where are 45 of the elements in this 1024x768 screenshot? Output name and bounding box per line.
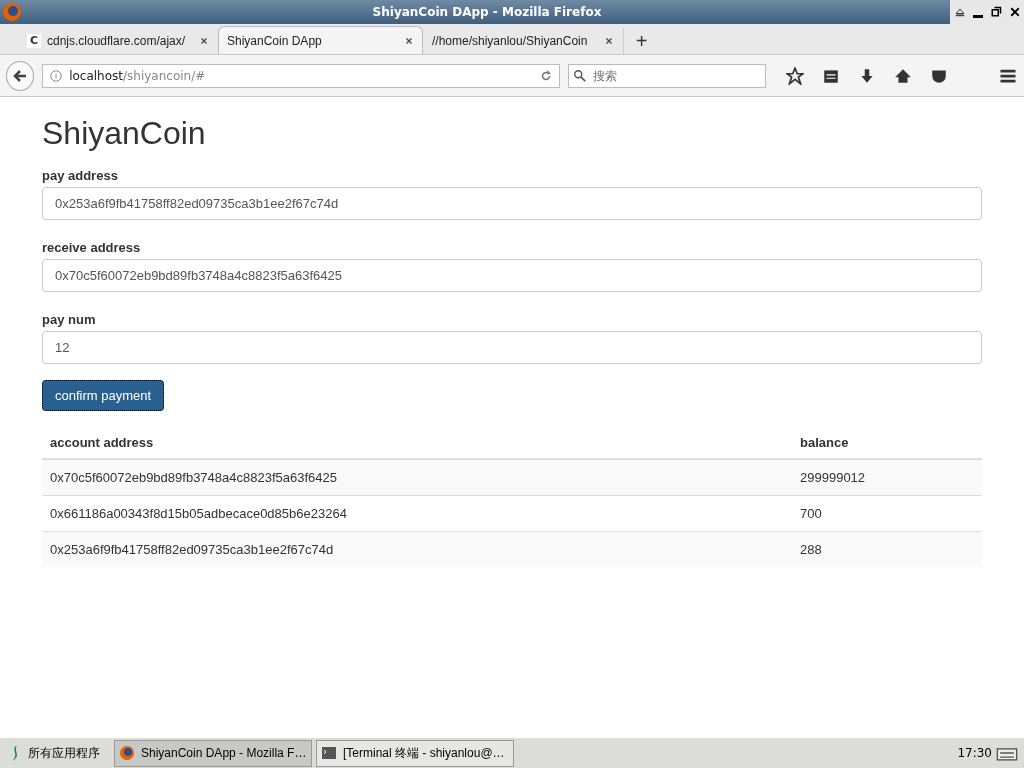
input-field[interactable]: 12 bbox=[42, 331, 982, 364]
search-field[interactable]: 搜索 bbox=[568, 63, 766, 88]
back-button[interactable] bbox=[6, 60, 35, 91]
table-cell: 288 bbox=[792, 531, 982, 567]
table-cell: 299999012 bbox=[792, 459, 982, 496]
close-icon bbox=[404, 35, 414, 46]
arrow-left-icon bbox=[12, 67, 29, 84]
table-cell: 0x661186a00343f8d15b05adbecace0d85b6e23264 bbox=[42, 495, 792, 532]
tab-title: cdnjs.cloudflare.com/ajax/ bbox=[47, 33, 187, 48]
terminal-icon bbox=[321, 745, 337, 761]
url-text: localhost/shiyancoin/# bbox=[69, 68, 207, 83]
browser-tab[interactable]: //home/shiyanlou/ShiyanCoin bbox=[423, 26, 623, 54]
table-cell: 0x253a6f9fb41758ff82ed09735ca3b1ee2f67c74d bbox=[42, 531, 792, 567]
window-title: ShiyanCoin DApp - Mozilla Firefox bbox=[371, 5, 603, 19]
tab-title: ShiyanCoin DApp bbox=[227, 33, 323, 48]
firefox-icon bbox=[119, 745, 135, 761]
close-icon bbox=[604, 35, 614, 46]
input-field[interactable]: 0x253a6f9fb41758ff82ed09735ca3b1ee2f67c74d bbox=[42, 187, 982, 220]
field-label: receive address bbox=[42, 240, 142, 255]
close-icon bbox=[199, 35, 209, 46]
table-cell: 700 bbox=[792, 495, 982, 532]
favicon: C bbox=[27, 33, 41, 48]
reload-icon bbox=[539, 68, 553, 83]
start-menu-button[interactable]: 所有应用程序 bbox=[0, 739, 110, 767]
browser-tab[interactable]: ShiyanCoin DApp bbox=[218, 26, 423, 54]
confirm-button[interactable]: confirm payment bbox=[42, 380, 165, 411]
minimize-icon bbox=[972, 14, 983, 18]
new-tab-button[interactable]: + bbox=[623, 28, 659, 54]
taskbar-item[interactable]: [Terminal 终端 - shiyanlou@… bbox=[316, 739, 514, 767]
field-label: pay num bbox=[42, 312, 97, 327]
table-cell: 0x70c5f60072eb9bd89fb3748a4c8823f5a63f6425 bbox=[42, 459, 792, 496]
info-icon bbox=[49, 68, 64, 83]
star-icon bbox=[786, 66, 804, 85]
page-heading: ShiyanCoin bbox=[42, 115, 207, 152]
close-icon bbox=[1008, 6, 1021, 18]
taskbar-item[interactable]: ShiyanCoin DApp - Mozilla F… bbox=[114, 739, 312, 767]
browser-tab[interactable]: C cdnjs.cloudflare.com/ajax/ bbox=[18, 26, 218, 54]
maximize-icon bbox=[989, 6, 1002, 18]
tab-title: //home/shiyanlou/ShiyanCoin bbox=[432, 33, 589, 48]
shade-icon bbox=[953, 6, 966, 18]
firefox-icon bbox=[2, 2, 22, 22]
address-bar[interactable]: localhost/shiyancoin/# bbox=[42, 63, 560, 88]
clock: 17:30 bbox=[957, 746, 992, 760]
field-label: pay address bbox=[42, 168, 119, 183]
input-field[interactable]: 0x70c5f60072eb9bd89fb3748a4c8823f5a63f6425 bbox=[42, 259, 982, 292]
